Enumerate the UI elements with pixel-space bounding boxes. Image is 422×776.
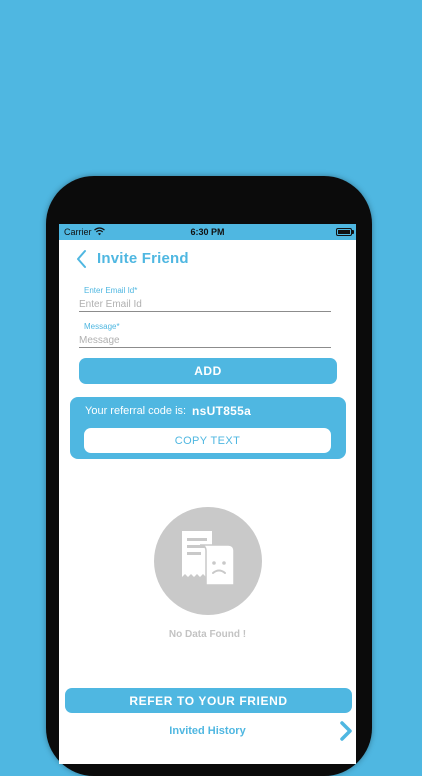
status-time: 6:30 PM [190,227,225,237]
nav-bar: Invite Friend [59,240,356,280]
empty-state-illustration [154,507,262,615]
copy-text-button[interactable]: COPY TEXT [84,428,331,453]
app-screen: Carrier 6:30 PM Invite Friend Enter Emai… [59,224,356,764]
referral-card: Your referral code is: nsUT855a COPY TEX… [70,397,346,459]
email-label: Enter Email Id* [84,286,138,295]
refer-friend-button[interactable]: REFER TO YOUR FRIEND [65,688,352,713]
page-title: Invite Friend [97,250,189,267]
chevron-right-icon[interactable] [339,720,353,742]
referral-code: nsUT855a [192,404,252,418]
back-chevron-icon[interactable] [73,248,91,270]
referral-label: Your referral code is: [85,405,187,417]
battery-icon [336,228,354,236]
email-field[interactable] [79,297,331,312]
empty-state-text: No Data Found ! [168,629,247,640]
message-field[interactable] [79,333,331,348]
message-label: Message* [84,322,120,331]
no-receipts-icon [182,531,235,586]
invited-history-link[interactable]: Invited History [59,725,356,737]
status-bar: Carrier 6:30 PM [59,224,356,240]
add-button[interactable]: ADD [79,358,337,384]
